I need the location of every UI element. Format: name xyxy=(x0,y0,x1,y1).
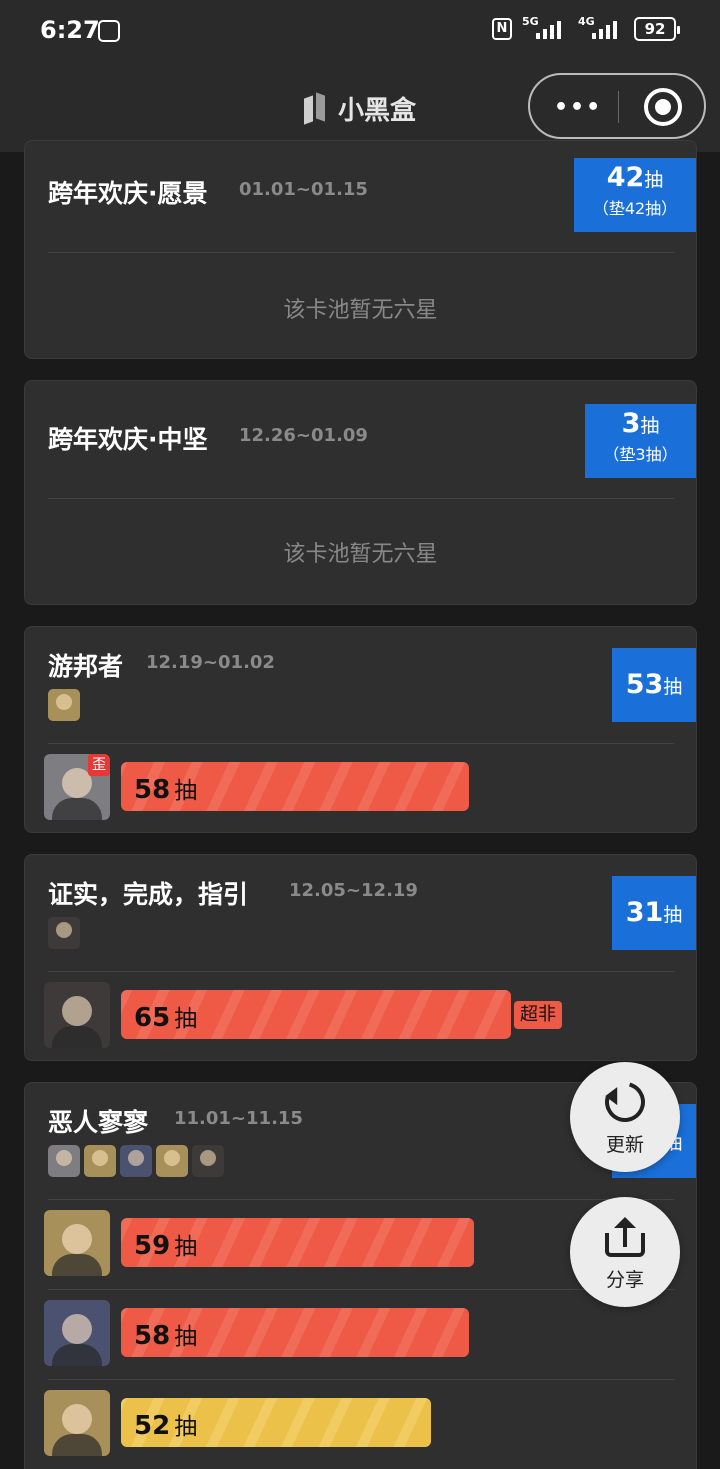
refresh-label: 更新 xyxy=(605,1134,644,1156)
pull-count-badge: 31抽 xyxy=(612,876,696,950)
pull-count-label: 65 抽 xyxy=(134,1003,198,1033)
pool-dates: 12.26~01.09 xyxy=(239,425,368,446)
pool-name: 跨年欢庆·愿景 xyxy=(48,179,208,208)
app-notification-icon xyxy=(98,20,120,42)
operator-thumbnail xyxy=(192,1145,224,1177)
pull-bar: 65 抽 xyxy=(121,990,511,1039)
capsule-divider xyxy=(618,91,619,123)
operator-thumbnail xyxy=(156,1145,188,1177)
operator-avatar xyxy=(44,982,110,1048)
pool-dates: 01.01~01.15 xyxy=(239,179,368,200)
signal-4g-icon: 4G xyxy=(578,15,624,41)
signal-5g-icon: 5G xyxy=(522,15,568,41)
pity-note: （垫3抽） xyxy=(603,445,678,464)
miniprogram-capsule: ••• xyxy=(528,73,706,139)
pull-count-label: 58 抽 xyxy=(134,1321,198,1351)
pity-note: （垫42抽） xyxy=(592,199,678,218)
divider xyxy=(48,971,674,972)
pool-dates: 12.19~01.02 xyxy=(146,652,275,673)
pull-count-badge: 53抽 xyxy=(612,648,696,722)
pool-name: 游邦者 xyxy=(48,652,124,681)
six-star-thumbnails xyxy=(48,1145,224,1177)
share-button[interactable]: 分享 xyxy=(570,1197,680,1307)
pool-name: 跨年欢庆·中坚 xyxy=(48,425,208,454)
app-title: 小黑盒 xyxy=(337,96,416,126)
six-star-thumbnails xyxy=(48,917,80,949)
empty-message: 该卡池暂无六星 xyxy=(283,298,438,323)
pool-card[interactable]: 跨年欢庆·愿景 01.01~01.15 42抽 （垫42抽） 该卡池暂无六星 xyxy=(24,140,697,359)
pool-dates: 11.01~11.15 xyxy=(174,1108,303,1129)
battery-icon: 92 xyxy=(634,17,680,41)
share-icon xyxy=(605,1217,645,1259)
operator-thumbnail xyxy=(120,1145,152,1177)
operator-thumbnail xyxy=(48,917,80,949)
pull-bar: 59 抽 xyxy=(121,1218,474,1267)
unlucky-tag: 超非 xyxy=(514,1001,562,1029)
operator-thumbnail xyxy=(84,1145,116,1177)
operator-avatar xyxy=(44,1300,110,1366)
six-star-thumbnails xyxy=(48,689,80,721)
operator-avatar: 歪 xyxy=(44,754,110,820)
pull-count-label: 59 抽 xyxy=(134,1231,198,1261)
pull-count-label: 58 抽 xyxy=(134,775,198,805)
pool-card[interactable]: 证实，完成，指引 12.05~12.19 31抽 65 抽 超非 xyxy=(24,854,697,1061)
divider xyxy=(48,1379,674,1380)
pull-count-badge: 42抽 （垫42抽） xyxy=(574,158,696,232)
status-bar: 6:27 N 5G 4G 92 xyxy=(0,0,720,62)
pool-dates: 12.05~12.19 xyxy=(289,880,418,901)
more-menu-button[interactable]: ••• xyxy=(554,97,602,119)
empty-message: 该卡池暂无六星 xyxy=(283,542,438,567)
pool-card[interactable]: 跨年欢庆·中坚 12.26~01.09 3抽 （垫3抽） 该卡池暂无六星 xyxy=(24,380,697,605)
divider xyxy=(48,1199,674,1200)
pull-count-badge: 3抽 （垫3抽） xyxy=(585,404,696,478)
nfc-icon: N xyxy=(492,18,512,40)
operator-avatar xyxy=(44,1390,110,1456)
off-banner-tag: 歪 xyxy=(88,754,110,776)
divider xyxy=(48,252,674,253)
pool-card[interactable]: 游邦者 12.19~01.02 53抽 歪 58 抽 xyxy=(24,626,697,833)
pool-name: 恶人寥寥 xyxy=(48,1108,149,1137)
operator-thumbnail xyxy=(48,689,80,721)
refresh-icon xyxy=(597,1074,653,1130)
refresh-button[interactable]: 更新 xyxy=(570,1062,680,1172)
pool-name: 证实，完成，指引 xyxy=(48,880,249,909)
share-label: 分享 xyxy=(605,1269,644,1291)
pull-bar: 52 抽 xyxy=(121,1398,431,1447)
close-miniprogram-button[interactable] xyxy=(644,88,682,126)
divider xyxy=(48,498,674,499)
pull-bar: 58 抽 xyxy=(121,762,469,811)
title-bar: 小黑盒 ••• xyxy=(0,62,720,152)
operator-avatar xyxy=(44,1210,110,1276)
pull-count-label: 52 抽 xyxy=(134,1411,198,1441)
divider xyxy=(48,743,674,744)
app-logo-icon xyxy=(304,94,330,124)
operator-thumbnail xyxy=(48,1145,80,1177)
pull-bar: 58 抽 xyxy=(121,1308,469,1357)
clock: 6:27 xyxy=(40,16,100,44)
status-icons: N 5G 4G 92 xyxy=(492,15,680,41)
